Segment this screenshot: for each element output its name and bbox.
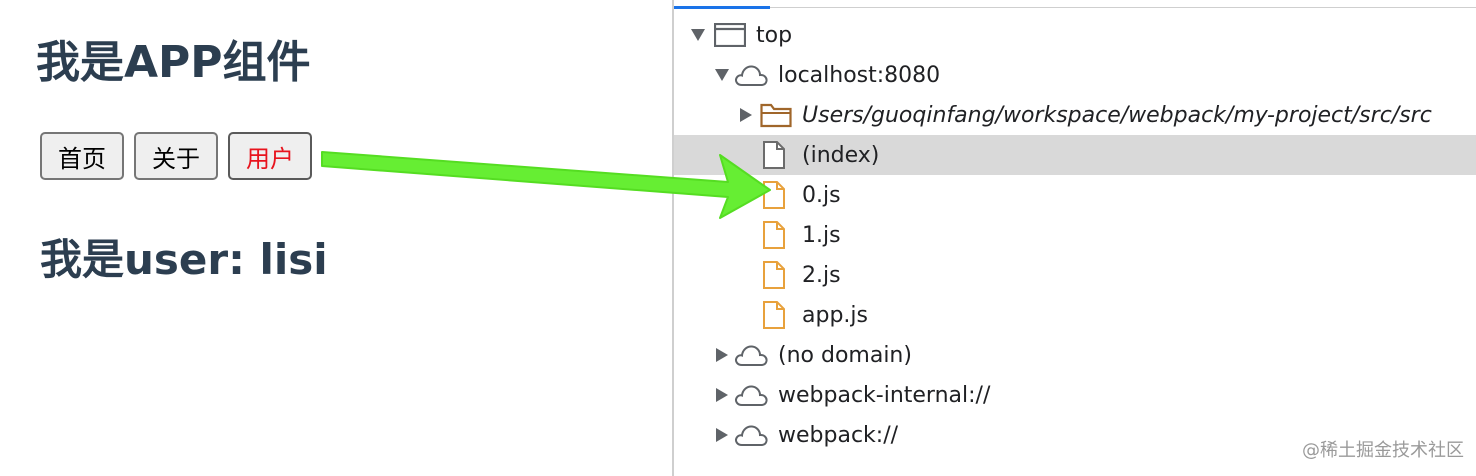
file-icon bbox=[762, 140, 786, 170]
tree-item-js-file[interactable]: 0.js bbox=[674, 175, 1476, 215]
tree-item-label: Users/guoqinfang/workspace/webpack/my-pr… bbox=[802, 102, 1432, 128]
tree-item-js-file[interactable]: 1.js bbox=[674, 215, 1476, 255]
sources-tree: top localhost:8080 Users/guoqinfang/work… bbox=[674, 15, 1476, 455]
tree-item-folder[interactable]: Users/guoqinfang/workspace/webpack/my-pr… bbox=[674, 95, 1476, 135]
js-file-icon bbox=[762, 220, 786, 250]
tree-item-js-file[interactable]: 2.js bbox=[674, 255, 1476, 295]
tree-item-js-file[interactable]: app.js bbox=[674, 295, 1476, 335]
app-title: 我是APP组件 bbox=[36, 37, 311, 88]
cloud-icon bbox=[734, 63, 768, 87]
js-file-icon bbox=[762, 260, 786, 290]
tree-item-label: webpack:// bbox=[778, 422, 899, 448]
js-file-icon bbox=[762, 180, 786, 210]
tree-item-label: (index) bbox=[802, 142, 880, 168]
js-file-icon bbox=[762, 300, 786, 330]
devtools-sources-panel: top localhost:8080 Users/guoqinfang/work… bbox=[672, 0, 1476, 476]
nav-home-button[interactable]: 首页 bbox=[40, 132, 124, 180]
tree-item-label: 2.js bbox=[802, 262, 841, 288]
tree-item-label: localhost:8080 bbox=[778, 62, 941, 88]
tree-item-label: 0.js bbox=[802, 182, 841, 208]
expand-down-icon[interactable] bbox=[690, 27, 706, 43]
cloud-icon bbox=[734, 343, 768, 367]
expand-right-icon[interactable] bbox=[714, 387, 730, 403]
expand-right-icon[interactable] bbox=[714, 427, 730, 443]
tree-item-label: 1.js bbox=[802, 222, 841, 248]
tree-item-webpack-internal[interactable]: webpack-internal:// bbox=[674, 375, 1476, 415]
tree-item-top[interactable]: top bbox=[674, 15, 1476, 55]
tree-item-localhost[interactable]: localhost:8080 bbox=[674, 55, 1476, 95]
expand-down-icon[interactable] bbox=[714, 67, 730, 83]
tree-item-index[interactable]: (index) bbox=[674, 135, 1476, 175]
expand-right-icon[interactable] bbox=[714, 347, 730, 363]
tree-item-label: top bbox=[756, 22, 793, 48]
active-tab-indicator bbox=[674, 6, 770, 9]
tree-item-label: webpack-internal:// bbox=[778, 382, 991, 408]
cloud-icon bbox=[734, 423, 768, 447]
tree-item-label: (no domain) bbox=[778, 342, 912, 368]
frame-icon bbox=[714, 23, 746, 47]
tree-item-label: app.js bbox=[802, 302, 868, 328]
nav-about-button[interactable]: 关于 bbox=[134, 132, 218, 180]
cloud-icon bbox=[734, 383, 768, 407]
router-nav: 首页 关于 用户 bbox=[40, 132, 312, 180]
tree-item-no-domain[interactable]: (no domain) bbox=[674, 335, 1476, 375]
nav-user-button[interactable]: 用户 bbox=[228, 132, 312, 180]
expand-right-icon[interactable] bbox=[738, 107, 754, 123]
folder-icon bbox=[760, 102, 792, 128]
watermark: @稀土掘金技术社区 bbox=[1302, 440, 1464, 461]
user-heading: 我是user: lisi bbox=[40, 235, 328, 284]
app-page: 我是APP组件 首页 关于 用户 我是user: lisi bbox=[0, 0, 672, 476]
panel-tab-strip bbox=[674, 0, 1476, 9]
